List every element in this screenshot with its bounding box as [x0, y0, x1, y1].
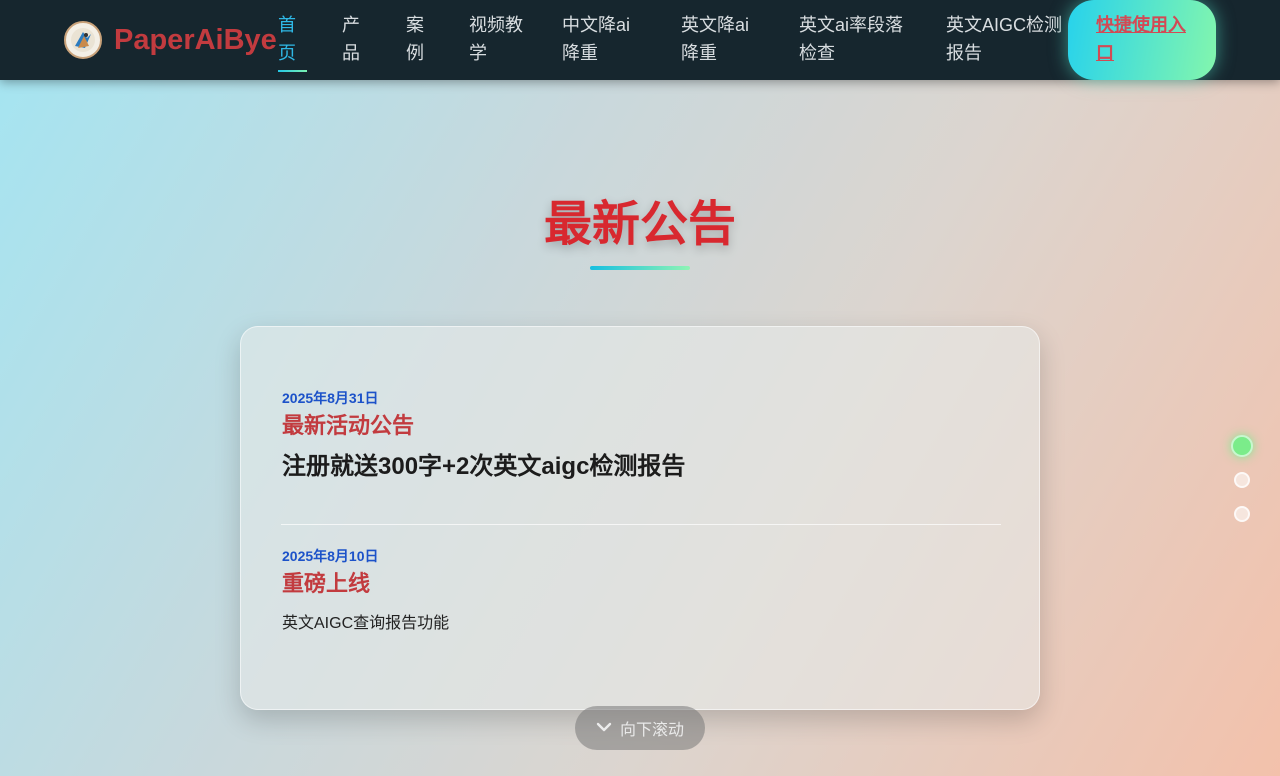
- page-dot-1[interactable]: [1231, 435, 1253, 457]
- quick-start-label: 快捷使用入口: [1096, 15, 1186, 63]
- scroll-down-label: 向下滚动: [619, 722, 684, 739]
- announcement-divider: [281, 524, 1001, 525]
- announcement-date: 2025年8月31日: [282, 390, 379, 406]
- announcement-content: 注册就送300字+2次英文aigc检测报告: [282, 453, 686, 480]
- nav-item-cases[interactable]: 案 例: [406, 11, 424, 67]
- nav-item-home[interactable]: 首 页: [278, 11, 296, 67]
- logo-icon: [64, 21, 102, 59]
- announcement-date: 2025年8月10日: [282, 548, 379, 564]
- nav-item-label: 学: [469, 43, 487, 63]
- scroll-down-button[interactable]: 向下滚动: [575, 706, 705, 750]
- brand-name: PaperAiBye: [114, 23, 277, 56]
- chevron-down-icon: [596, 719, 612, 737]
- nav-item-label: 英文降ai: [681, 15, 750, 35]
- page-dot-2[interactable]: [1234, 472, 1250, 488]
- nav-item-label: 报告: [946, 43, 982, 63]
- nav-item-english-aigc-report[interactable]: 英文AIGC检测 报告: [946, 11, 1062, 67]
- nav-item-label: 案: [406, 15, 424, 35]
- nav-item-label: 例: [406, 43, 424, 63]
- nav-item-label: 检查: [799, 43, 835, 63]
- nav-item-chinese-reduce-ai[interactable]: 中文降ai 降重: [562, 11, 630, 67]
- nav-item-label: 品: [342, 43, 360, 63]
- top-navbar: PaperAiBye 首 页 产 品 案 例 视频教 学 中文降ai 降重 英文…: [0, 0, 1280, 80]
- nav-item-label: 降重: [562, 43, 598, 63]
- announcement-item: 2025年8月10日 重磅上线 英文AIGC查询报告功能: [282, 547, 449, 635]
- announcement-content: 英文AIGC查询报告功能: [282, 615, 450, 632]
- nav-item-label: 英文ai率段落: [799, 15, 904, 35]
- nav-item-label: 视频教: [469, 15, 523, 35]
- nav-item-video-tutorial[interactable]: 视频教 学: [469, 11, 523, 67]
- announcement-item: 2025年8月31日 最新活动公告 注册就送300字+2次英文aigc检测报告: [282, 389, 685, 483]
- nav-item-english-reduce-ai[interactable]: 英文降ai 降重: [681, 11, 749, 67]
- announcement-title: 重磅上线: [282, 571, 371, 596]
- nav-item-label: 降重: [681, 43, 717, 63]
- announcement-title: 最新活动公告: [282, 413, 415, 438]
- nav-item-products[interactable]: 产 品: [342, 11, 360, 67]
- nav-item-label: 首: [278, 15, 296, 35]
- logo-link[interactable]: PaperAiBye: [64, 20, 277, 60]
- nav-item-english-ai-paragraph-check[interactable]: 英文ai率段落 检查: [799, 11, 903, 67]
- nav-item-label: 英文AIGC检测: [946, 15, 1063, 35]
- nav-item-label: 中文降ai: [562, 15, 631, 35]
- title-accent-bar: [590, 266, 690, 270]
- nav-active-underline: [278, 70, 307, 72]
- quick-start-button[interactable]: 快捷使用入口: [1068, 0, 1216, 80]
- announcement-card: 2025年8月31日 最新活动公告 注册就送300字+2次英文aigc检测报告 …: [240, 326, 1040, 710]
- page-dot-3[interactable]: [1234, 506, 1250, 522]
- nav-item-label: 产: [342, 15, 360, 35]
- section-title: 最新公告: [543, 198, 736, 251]
- nav-item-label: 页: [278, 43, 296, 63]
